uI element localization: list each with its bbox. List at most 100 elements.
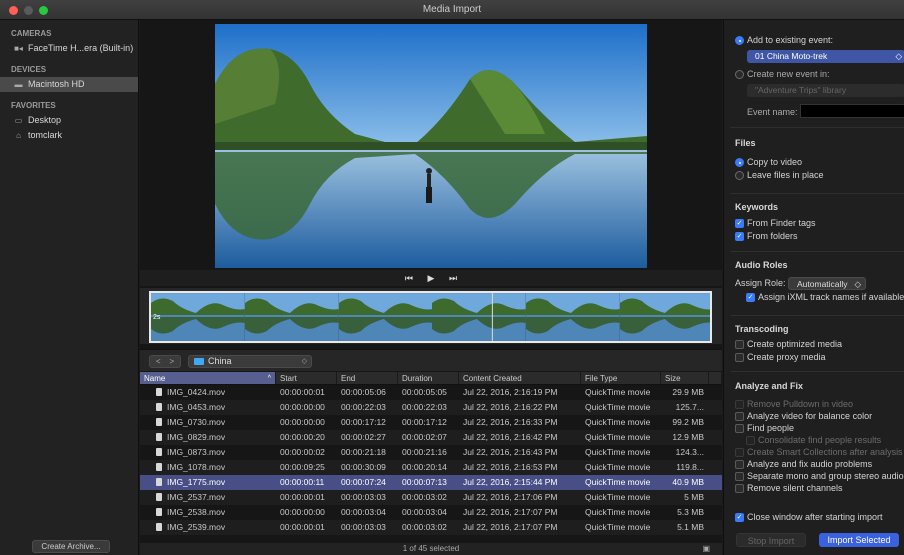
- movie-file-icon: [156, 493, 162, 501]
- cell-file-type: QuickTime movie: [585, 417, 651, 427]
- leave-files-radio[interactable]: [735, 171, 744, 180]
- forward-button[interactable]: >: [169, 357, 174, 366]
- column-header-end[interactable]: End: [337, 372, 398, 384]
- cell-name: IMG_0873.mov: [140, 445, 276, 460]
- create-new-radio[interactable]: [735, 70, 744, 79]
- analyze-balance-label: Analyze video for balance color: [747, 411, 873, 421]
- create-archive-button[interactable]: Create Archive...: [32, 540, 110, 553]
- close-window-label: Close window after starting import: [747, 512, 883, 522]
- cell-duration: 00:00:03:04: [402, 507, 447, 517]
- consolidate-checkbox: [746, 436, 755, 445]
- cell-file-type: QuickTime movie: [585, 432, 651, 442]
- cell-start: 00:00:00:00: [280, 402, 325, 412]
- sidebar-item-tomclark[interactable]: ⌂ tomclark: [0, 128, 138, 143]
- column-header-start[interactable]: Start: [276, 372, 337, 384]
- column-header-content-created[interactable]: Content Created: [459, 372, 581, 384]
- table-header: Name ^ Start End Duration Content Created…: [140, 372, 722, 385]
- existing-event-popup[interactable]: 01 China Moto-trek ◇: [747, 50, 904, 63]
- import-selected-button[interactable]: Import Selected: [819, 533, 899, 547]
- back-button[interactable]: <: [156, 357, 161, 366]
- keywords-section: Keywords ✓ From Finder tags ✓ From folde…: [730, 194, 904, 252]
- audio-problems-checkbox[interactable]: [735, 460, 744, 469]
- movie-file-icon: [156, 508, 162, 516]
- optimized-media-checkbox[interactable]: [735, 340, 744, 349]
- analyze-balance-checkbox[interactable]: [735, 412, 744, 421]
- clip-table: Name ^ Start End Duration Content Created…: [140, 372, 722, 535]
- cell-end: 00:00:03:03: [341, 522, 386, 532]
- column-header-size[interactable]: Size: [661, 372, 709, 384]
- cell-size: 125.7...: [675, 402, 704, 412]
- table-row[interactable]: IMG_1078.mov 00:00:09:25 00:00:30:09 00:00:…: [140, 460, 722, 475]
- from-finder-tags-checkbox[interactable]: ✓: [735, 219, 744, 228]
- movie-file-icon: [156, 433, 162, 441]
- back-forward-buttons[interactable]: < >: [149, 355, 181, 368]
- next-clip-button[interactable]: ⏭: [449, 273, 457, 283]
- table-row[interactable]: IMG_2539.mov 00:00:00:01 00:00:03:03 00:00:…: [140, 520, 722, 535]
- column-header-duration[interactable]: Duration: [398, 372, 459, 384]
- close-window-checkbox[interactable]: ✓: [735, 513, 744, 522]
- cell-content-created: Jul 22, 2016, 2:16:53 PM: [463, 462, 558, 472]
- add-existing-radio[interactable]: [735, 36, 744, 45]
- cell-duration: 00:00:07:13: [402, 477, 447, 487]
- event-name-field[interactable]: [800, 104, 904, 118]
- cell-size: 29.9 MB: [672, 387, 704, 397]
- table-row[interactable]: IMG_2537.mov 00:00:00:01 00:00:03:03 00:00:…: [140, 490, 722, 505]
- cell-name: IMG_0453.mov: [140, 400, 276, 415]
- silent-channels-checkbox[interactable]: [735, 484, 744, 493]
- table-row[interactable]: IMG_0424.mov 00:00:00:01 00:00:05:06 00:00:…: [140, 385, 722, 400]
- filmstrip[interactable]: 2s: [149, 291, 712, 343]
- sidebar-item-macintosh-hd[interactable]: ▬ Macintosh HD: [0, 77, 138, 92]
- cell-content-created: Jul 22, 2016, 2:17:06 PM: [463, 492, 558, 502]
- audio-roles-title: Audio Roles: [735, 260, 788, 270]
- table-row[interactable]: IMG_0453.mov 00:00:00:00 00:00:22:03 00:00:…: [140, 400, 722, 415]
- from-folders-checkbox[interactable]: ✓: [735, 232, 744, 241]
- cell-duration: 00:00:03:02: [402, 522, 447, 532]
- assign-role-popup[interactable]: Automatically ◇: [788, 277, 866, 290]
- table-row[interactable]: IMG_2538.mov 00:00:00:00 00:00:03:04 00:00:…: [140, 505, 722, 520]
- preview-image: [215, 24, 647, 268]
- table-row[interactable]: IMG_0730.mov 00:00:00:00 00:00:17:12 00:00:…: [140, 415, 722, 430]
- proxy-media-checkbox[interactable]: [735, 353, 744, 362]
- movie-file-icon: [156, 523, 162, 531]
- cell-duration: 00:00:21:16: [402, 447, 447, 457]
- cell-size: 5.1 MB: [677, 522, 704, 532]
- cell-end: 00:00:03:03: [341, 492, 386, 502]
- column-header-file-type[interactable]: File Type: [581, 372, 661, 384]
- sidebar-item-label: Macintosh HD: [28, 79, 85, 89]
- mono-stereo-checkbox[interactable]: [735, 472, 744, 481]
- cell-content-created: Jul 22, 2016, 2:16:43 PM: [463, 447, 558, 457]
- desktop-icon: ▭: [14, 116, 23, 125]
- copy-to-radio[interactable]: [735, 158, 744, 167]
- previous-clip-button[interactable]: ⏮: [405, 273, 413, 283]
- filmstrip-toggle-icon[interactable]: ▣: [702, 543, 710, 555]
- find-people-checkbox[interactable]: [735, 424, 744, 433]
- movie-file-icon: [156, 463, 162, 471]
- stop-import-button[interactable]: Stop Import: [736, 533, 806, 547]
- filmstrip-duration-label: 2s: [153, 314, 161, 321]
- play-button[interactable]: ▶: [428, 273, 435, 283]
- folder-navigation-bar: < > China ◇: [140, 349, 722, 371]
- sidebar-item-facetime-camera[interactable]: ■◂ FaceTime H...era (Built-in): [0, 41, 138, 56]
- remove-pulldown-label: Remove Pulldown in video: [747, 399, 854, 409]
- table-row[interactable]: IMG_0829.mov 00:00:00:20 00:00:02:27 00:00:…: [140, 430, 722, 445]
- folder-popup[interactable]: China ◇: [188, 355, 312, 368]
- table-row[interactable]: IMG_0873.mov 00:00:00:02 00:00:21:18 00:00:…: [140, 445, 722, 460]
- folder-icon: [194, 358, 204, 365]
- cell-end: 00:00:22:03: [341, 402, 386, 412]
- column-header-name[interactable]: Name ^: [140, 372, 276, 384]
- sidebar-item-desktop[interactable]: ▭ Desktop: [0, 113, 138, 128]
- table-row[interactable]: IMG_1775.mov 00:00:00:11 00:00:07:24 00:00:…: [140, 475, 722, 490]
- cell-size: 99.2 MB: [672, 417, 704, 427]
- cell-size: 124.3...: [675, 447, 704, 457]
- cell-size: 119.8...: [676, 462, 704, 472]
- assign-ixml-checkbox[interactable]: ✓: [746, 293, 755, 302]
- camera-icon: ■◂: [14, 44, 23, 53]
- remove-pulldown-checkbox: [735, 400, 744, 409]
- cell-name: IMG_1775.mov: [140, 475, 276, 490]
- cell-duration: 00:00:03:02: [402, 492, 447, 502]
- status-bar: 1 of 45 selected ▣: [140, 543, 722, 555]
- video-viewer[interactable]: [215, 24, 647, 268]
- sidebar-heading-devices: DEVICES: [11, 65, 47, 74]
- transcoding-section: Transcoding Create optimized media Creat…: [730, 316, 904, 372]
- movie-file-icon: [156, 388, 162, 396]
